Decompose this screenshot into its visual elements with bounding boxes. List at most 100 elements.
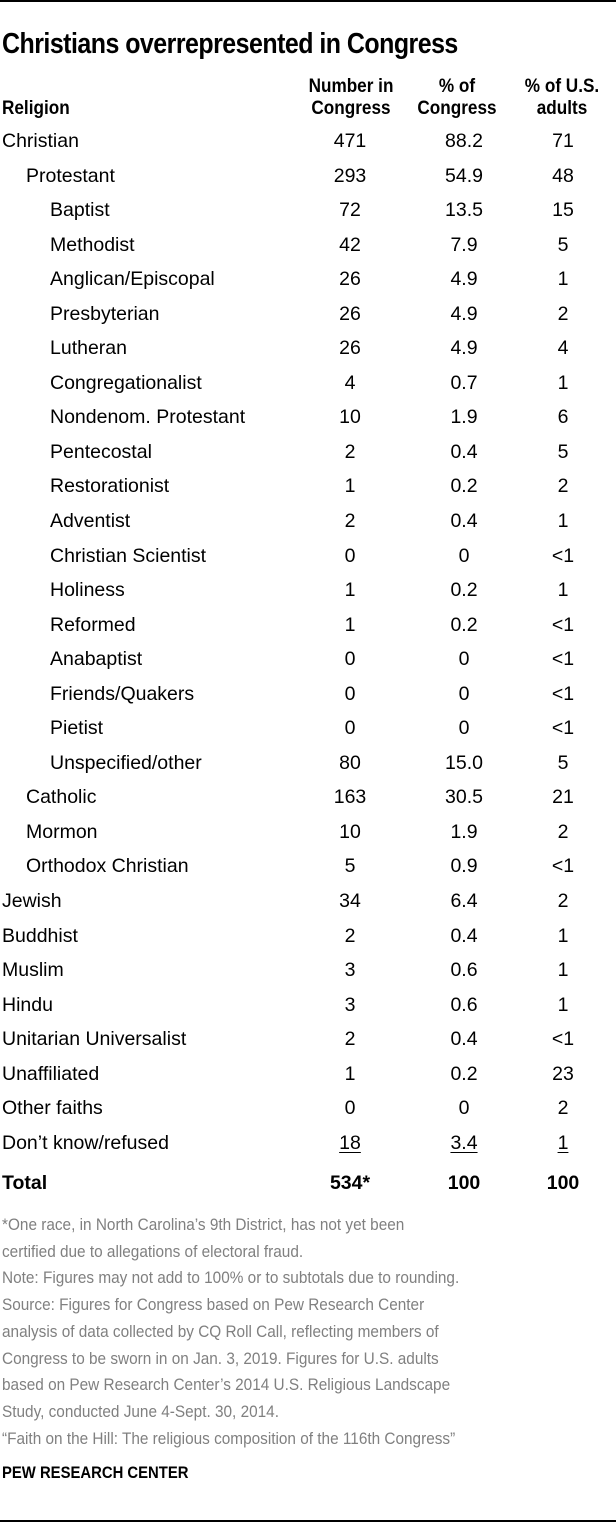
- number-in-congress-cell: 1: [295, 608, 405, 642]
- pct-congress-cell: 30.5: [409, 780, 519, 814]
- religion-label: Orthodox Christian: [26, 855, 189, 878]
- column-header-number-line1: Number in: [308, 75, 394, 97]
- religion-label: Anabaptist: [50, 648, 143, 671]
- pct-us-adults-cell: <1: [508, 1022, 616, 1056]
- footnote-line: Source: Figures for Congress based on Pe…: [2, 1296, 425, 1315]
- pct-us-adults-cell: <1: [508, 677, 616, 711]
- column-header-pct-congress: % of Congress: [409, 75, 506, 119]
- pct-us-adults-cell-value: 5: [557, 751, 569, 774]
- pct-us-adults-cell: 21: [508, 780, 616, 814]
- religion-label: Presbyterian: [50, 302, 160, 325]
- pct-us-adults-cell: 1: [508, 1126, 616, 1160]
- pct-congress-cell: 1.9: [409, 400, 519, 434]
- pct-us-adults-cell-value: 1: [557, 959, 569, 982]
- pct-congress-cell-value: 0.2: [450, 613, 478, 636]
- pct-congress-cell: 0.4: [409, 504, 519, 538]
- pct-congress-cell-value: 0.6: [450, 993, 478, 1016]
- religion-label: Anglican/Episcopal: [50, 268, 215, 291]
- table-row: Holiness 1 0.2 1: [0, 573, 616, 608]
- total-pct-us-adults: 100: [546, 1172, 580, 1195]
- table-row: Adventist 2 0.4 1: [0, 504, 616, 539]
- religion-label: Congregationalist: [50, 371, 202, 394]
- number-in-congress-cell-value: 26: [339, 337, 361, 360]
- number-in-congress-cell: 42: [295, 228, 405, 262]
- pct-us-adults-cell: <1: [508, 608, 616, 642]
- pct-congress-cell-value: 4.9: [450, 268, 478, 291]
- pct-congress-cell: 0.9: [409, 849, 519, 883]
- table-row: Nondenom. Protestant 10 1.9 6: [0, 400, 616, 435]
- pct-congress-cell-value: 13.5: [445, 199, 483, 222]
- religion-label: Pietist: [50, 717, 104, 740]
- religion-label: Unitarian Universalist: [2, 1028, 187, 1051]
- column-header-religion: Religion: [2, 97, 70, 119]
- pct-congress-cell: 7.9: [409, 228, 519, 262]
- footnote-line: “Faith on the Hill: The religious compos…: [2, 1429, 456, 1448]
- religion-label: Pentecostal: [50, 440, 152, 463]
- table-row: Don’t know/refused 18 3.4 1: [0, 1126, 616, 1161]
- pct-congress-cell-value: 0: [458, 544, 470, 567]
- total-row: Total 534* 100 100: [0, 1160, 616, 1200]
- number-in-congress-cell: 0: [295, 711, 405, 745]
- pct-congress-cell: 54.9: [409, 159, 519, 193]
- table-row: Buddhist 2 0.4 1: [0, 919, 616, 954]
- pct-congress-cell-value: 4.9: [450, 302, 478, 325]
- number-in-congress-cell-value: 26: [339, 302, 361, 325]
- religion-label: Don’t know/refused: [2, 1131, 169, 1154]
- chart-title: Christians overrepresented in Congress: [2, 28, 458, 60]
- table-row: Unaffiliated 1 0.2 23: [0, 1057, 616, 1092]
- pct-congress-cell-value: 88.2: [445, 130, 483, 152]
- number-in-congress-cell-value: 293: [333, 164, 367, 187]
- number-in-congress-cell: 26: [295, 262, 405, 296]
- number-in-congress-cell-value: 10: [339, 820, 361, 843]
- number-in-congress-cell-value: 1: [344, 579, 356, 602]
- pct-congress-cell-value: 0.2: [450, 1062, 478, 1085]
- number-in-congress-cell-value: 10: [339, 406, 361, 429]
- number-in-congress-cell: 4: [295, 366, 405, 400]
- table-row: Pietist 0 0 <1: [0, 711, 616, 746]
- pct-us-adults-cell: 2: [508, 815, 616, 849]
- religion-label: Adventist: [50, 510, 131, 533]
- pct-congress-cell: 0.7: [409, 366, 519, 400]
- table-row: Restorationist 1 0.2 2: [0, 469, 616, 504]
- religion-label: Christian Scientist: [50, 544, 207, 567]
- religion-label: Catholic: [26, 786, 97, 809]
- religion-label: Restorationist: [50, 475, 170, 498]
- pct-congress-cell-value: 7.9: [450, 233, 478, 256]
- footnote-line: based on Pew Research Center’s 2014 U.S.…: [2, 1376, 451, 1395]
- pct-congress-cell-value: 30.5: [445, 786, 483, 809]
- pct-congress-cell-value: 0.4: [450, 924, 478, 947]
- column-header-pct-congress-line2: Congress: [417, 97, 497, 119]
- religion-label: Christian: [2, 130, 79, 152]
- number-in-congress-cell-value: 42: [339, 233, 361, 256]
- column-header-pct-us-adults: % of U.S. adults: [514, 75, 611, 119]
- number-in-congress-cell: 1: [295, 469, 405, 503]
- pct-congress-cell: 4.9: [409, 297, 519, 331]
- table-row: Anabaptist 0 0 <1: [0, 642, 616, 677]
- table-row: Other faiths 0 0 2: [0, 1091, 616, 1126]
- table-row: Catholic 163 30.5 21: [0, 780, 616, 815]
- pct-congress-cell: 0.4: [409, 1022, 519, 1056]
- religion-label: Nondenom. Protestant: [50, 406, 246, 429]
- pct-congress-cell: 0: [409, 539, 519, 573]
- number-in-congress-cell-value: 4: [344, 371, 356, 394]
- pct-us-adults-cell-value: 2: [557, 890, 569, 913]
- pct-us-adults-cell: 23: [508, 1057, 616, 1091]
- pct-congress-cell: 15.0: [409, 746, 519, 780]
- number-in-congress-cell-value: 0: [344, 648, 356, 671]
- pct-us-adults-cell-value: <1: [551, 613, 575, 636]
- number-in-congress-cell-value: 0: [344, 544, 356, 567]
- number-in-congress-cell-value: 471: [333, 130, 367, 152]
- pct-us-adults-cell-value: 2: [557, 820, 569, 843]
- religion-label: Other faiths: [2, 1097, 103, 1120]
- number-in-congress-cell-value: 2: [344, 1028, 356, 1051]
- number-in-congress-cell: 163: [295, 780, 405, 814]
- table-row: Unitarian Universalist 2 0.4 <1: [0, 1022, 616, 1057]
- footnotes: *One race, in North Carolina’s 9th Distr…: [2, 1212, 614, 1452]
- religion-label: Reformed: [50, 613, 136, 636]
- table-row: Reformed 1 0.2 <1: [0, 608, 616, 643]
- footnote-line: Study, conducted June 4-Sept. 30, 2014.: [2, 1402, 279, 1421]
- column-header-pct-us-line2: adults: [536, 97, 588, 119]
- pct-us-adults-cell-value: 1: [557, 510, 569, 533]
- number-in-congress-cell: 10: [295, 815, 405, 849]
- pct-us-adults-cell: 48: [508, 159, 616, 193]
